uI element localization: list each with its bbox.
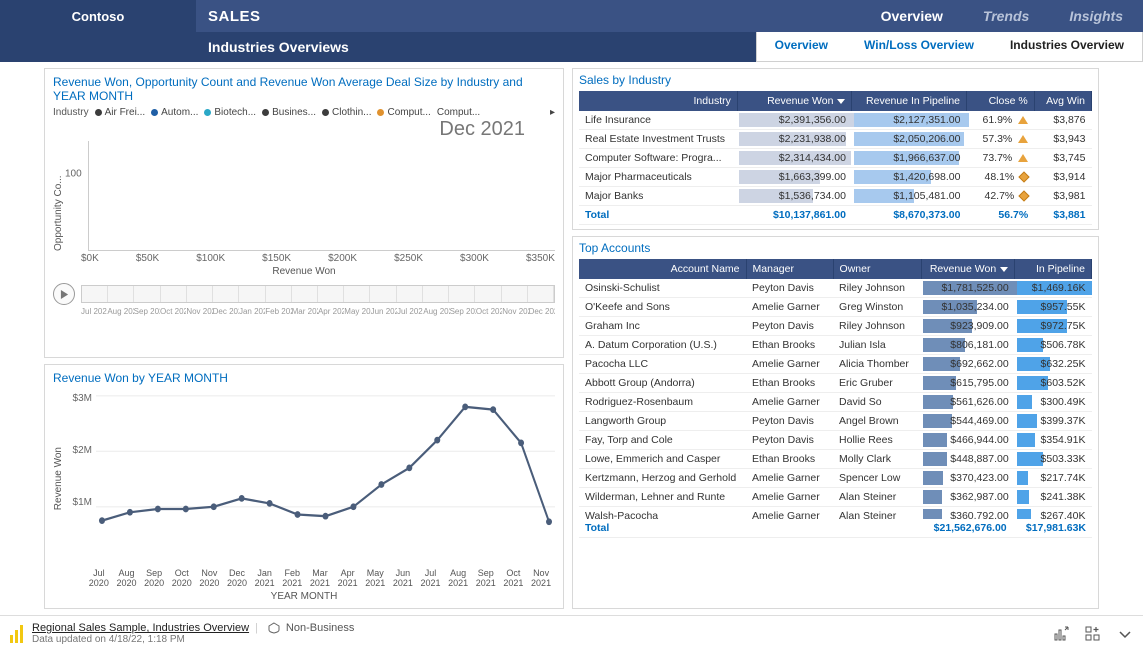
main-tab-trends[interactable]: Trends — [963, 0, 1049, 32]
diamond-icon — [1019, 172, 1030, 183]
line-plot-area[interactable] — [96, 389, 555, 569]
line-y-ticks: $3M $2M $1M — [64, 389, 96, 569]
sub-title: Industries Overviews — [196, 32, 756, 62]
table-row[interactable]: Wilderman, Lehner and RunteAmelie Garner… — [579, 488, 1092, 507]
ta-title: Top Accounts — [579, 241, 1092, 255]
table-row[interactable]: Real Estate Investment Trusts $2,231,938… — [579, 130, 1092, 149]
legend-item[interactable]: Busines... — [262, 107, 316, 118]
ta-col-manager[interactable]: Manager — [746, 259, 833, 279]
sensitivity-tag: Non-Business — [268, 622, 354, 634]
legend-item[interactable]: Comput... — [377, 107, 430, 118]
table-row[interactable]: Major Banks $1,536,734.00 $1,105,481.00 … — [579, 187, 1092, 206]
line-x-label: YEAR MONTH — [53, 591, 555, 602]
ta-total-row: Total $21,562,676.00 $17,981.63K — [579, 519, 1092, 538]
legend-label: Industry — [53, 107, 89, 118]
table-row[interactable]: Langworth GroupPeyton DavisAngel Brown $… — [579, 412, 1092, 431]
table-row[interactable]: Pacocha LLCAmelie GarnerAlicia Thomber $… — [579, 355, 1092, 374]
sbi-col-close[interactable]: Close % — [967, 91, 1035, 111]
sbi-col-pipe[interactable]: Revenue In Pipeline — [852, 91, 967, 111]
table-row[interactable]: Life Insurance $2,391,356.00 $2,127,351.… — [579, 111, 1092, 130]
sub-tab-overview[interactable]: Overview — [757, 32, 846, 61]
ta-col-won[interactable]: Revenue Won — [921, 259, 1015, 279]
brand: Contoso — [0, 0, 196, 32]
scatter-title: Revenue Won, Opportunity Count and Reven… — [53, 75, 555, 103]
line-chart-card: Revenue Won by YEAR MONTH Revenue Won $3… — [44, 364, 564, 609]
table-row[interactable]: Kertzmann, Herzog and GerholdAmelie Garn… — [579, 469, 1092, 488]
scatter-y-label: Opportunity Co... — [53, 141, 64, 251]
status-bar: Regional Sales Sample, Industries Overvi… — [0, 615, 1143, 651]
ta-col-account[interactable]: Account Name — [579, 259, 746, 279]
sbi-col-avg[interactable]: Avg Win — [1034, 91, 1091, 111]
tag-icon — [268, 622, 280, 634]
play-button[interactable] — [53, 283, 75, 305]
sales-by-industry-card: Sales by Industry Industry Revenue Won R… — [572, 68, 1099, 230]
legend-item[interactable]: Air Frei... — [95, 107, 146, 118]
table-row[interactable]: Rodriguez-RosenbaumAmelie GarnerDavid So… — [579, 393, 1092, 412]
chevron-down-icon[interactable] — [1117, 626, 1133, 642]
line-y-label: Revenue Won — [53, 447, 64, 510]
main-tabs: Overview Trends Insights — [861, 0, 1143, 32]
top-accounts-card: Top Accounts Account Name Manager Owner … — [572, 236, 1099, 609]
scatter-x-label: Revenue Won — [53, 266, 555, 277]
scatter-legend: Industry Air Frei... Autom... Biotech...… — [53, 107, 555, 118]
app-title: SALES — [196, 0, 861, 32]
triangle-up-icon — [1018, 116, 1028, 124]
table-row[interactable]: Osinski-SchulistPeyton DavisRiley Johnso… — [579, 279, 1092, 298]
legend-item[interactable]: Autom... — [151, 107, 198, 118]
sub-bar: Industries Overviews Overview Win/Loss O… — [0, 32, 1143, 62]
line-x-ticks: Jul2020Aug2020Sep2020Oct2020Nov2020Dec20… — [85, 569, 555, 589]
chart-expand-icon[interactable] — [1053, 626, 1069, 642]
diamond-icon — [1019, 191, 1030, 202]
powerbi-icon — [10, 625, 24, 643]
ta-table: Account Name Manager Owner Revenue Won I… — [579, 259, 1092, 519]
sbi-total-row: Total$10,137,861.00$8,670,373.0056.7%$3,… — [579, 206, 1092, 225]
updated-meta: Data updated on 4/18/22, 1:18 PM — [32, 634, 354, 645]
timeline-slider[interactable] — [81, 285, 555, 303]
triangle-up-icon — [1018, 154, 1028, 162]
scatter-x-ticks: $0K$50K$100K$150K$200K$250K$300K$350K — [81, 253, 555, 264]
legend-item[interactable]: Comput... — [437, 107, 480, 118]
table-row[interactable]: Walsh-PacochaAmelie GarnerAlan Steiner $… — [579, 507, 1092, 520]
sbi-col-industry[interactable]: Industry — [579, 91, 737, 111]
sub-tabs: Overview Win/Loss Overview Industries Ov… — [756, 32, 1143, 62]
main-tab-overview[interactable]: Overview — [861, 0, 963, 32]
scatter-date-label: Dec 2021 — [53, 118, 555, 141]
top-accounts-scroll[interactable]: Account Name Manager Owner Revenue Won I… — [579, 259, 1092, 519]
sbi-col-won[interactable]: Revenue Won — [737, 91, 852, 111]
report-title[interactable]: Regional Sales Sample, Industries Overvi… — [32, 622, 249, 634]
sub-tab-industries[interactable]: Industries Overview — [992, 32, 1142, 61]
ta-col-owner[interactable]: Owner — [833, 259, 921, 279]
table-row[interactable]: Graham IncPeyton DavisRiley Johnson $923… — [579, 317, 1092, 336]
timeline-labels: Jul 2020Aug 2020Sep 2020Oct 2020Nov 2020… — [81, 307, 555, 316]
main-tab-insights[interactable]: Insights — [1049, 0, 1143, 32]
table-row[interactable]: Abbott Group (Andorra)Ethan BrooksEric G… — [579, 374, 1092, 393]
table-row[interactable]: Fay, Torp and ColePeyton DavisHollie Ree… — [579, 431, 1092, 450]
triangle-up-icon — [1018, 135, 1028, 143]
table-row[interactable]: O'Keefe and SonsAmelie GarnerGreg Winsto… — [579, 298, 1092, 317]
sub-tab-winloss[interactable]: Win/Loss Overview — [846, 32, 992, 61]
sbi-table: Industry Revenue Won Revenue In Pipeline… — [579, 91, 1092, 225]
table-row[interactable]: A. Datum Corporation (U.S.)Ethan BrooksJ… — [579, 336, 1092, 355]
ta-col-pipe[interactable]: In Pipeline — [1015, 259, 1092, 279]
legend-next-icon[interactable]: ▸ — [550, 107, 555, 118]
scatter-plot-area[interactable]: 100 — [88, 141, 555, 251]
table-row[interactable]: Lowe, Emmerich and CasperEthan BrooksMol… — [579, 450, 1092, 469]
sbi-title: Sales by Industry — [579, 73, 1092, 87]
line-chart-title: Revenue Won by YEAR MONTH — [53, 371, 555, 385]
grid-add-icon[interactable] — [1085, 626, 1101, 642]
table-row[interactable]: Major Pharmaceuticals $1,663,399.00 $1,4… — [579, 168, 1092, 187]
legend-item[interactable]: Biotech... — [204, 107, 256, 118]
scatter-card: Revenue Won, Opportunity Count and Reven… — [44, 68, 564, 358]
table-row[interactable]: Computer Software: Progra... $2,314,434.… — [579, 149, 1092, 168]
legend-item[interactable]: Clothin... — [322, 107, 371, 118]
top-bar: Contoso SALES Overview Trends Insights — [0, 0, 1143, 32]
